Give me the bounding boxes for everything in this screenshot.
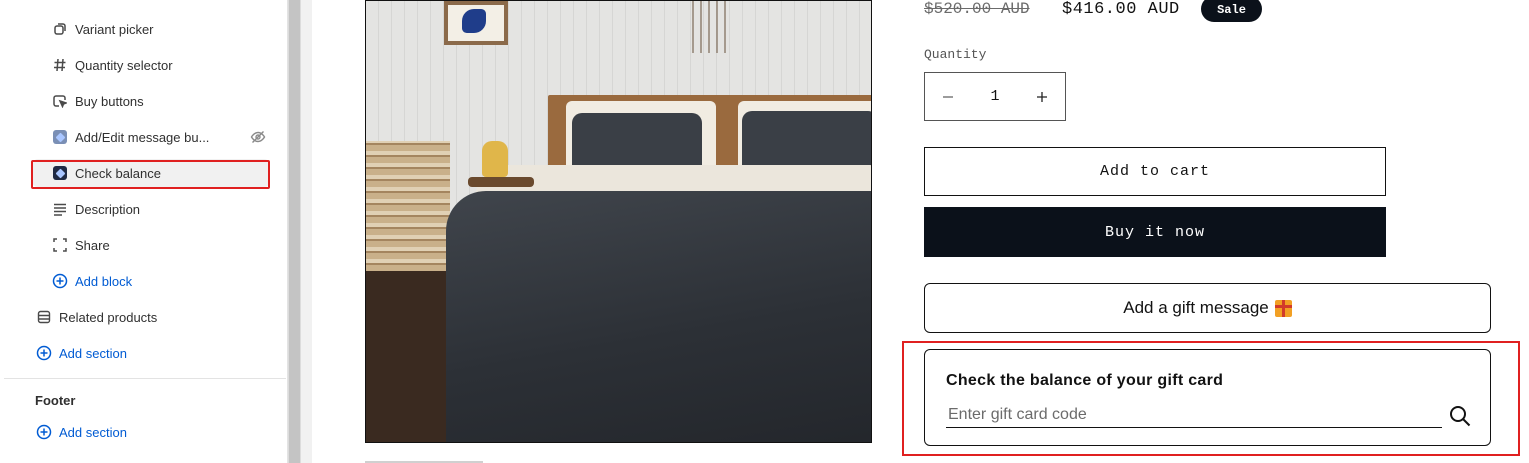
theme-editor-sidebar: Variant picker Quantity selector Buy but… (0, 0, 288, 463)
sidebar-section-label: Related products (59, 309, 158, 325)
sidebar-item-quantity-selector[interactable]: Quantity selector (32, 51, 270, 79)
sidebar-item-label: Quantity selector (75, 57, 173, 73)
add-section-button[interactable]: Add section (32, 339, 270, 367)
sale-price: $416.00 AUD (1062, 0, 1180, 19)
gift-icon (1274, 299, 1292, 317)
check-balance-search-button[interactable] (1446, 402, 1474, 430)
minus-icon (943, 95, 953, 98)
text-align-icon (52, 201, 68, 217)
sidebar-item-label: Check balance (75, 165, 161, 181)
hash-icon (52, 57, 68, 73)
add-to-cart-button[interactable]: Add to cart (924, 147, 1386, 196)
product-image[interactable] (365, 0, 872, 443)
share-frame-icon (52, 237, 68, 253)
app-block-icon (52, 165, 68, 181)
search-icon (1450, 406, 1471, 427)
plus-circle-icon (36, 424, 52, 440)
sidebar-section-related-products[interactable]: Related products (32, 303, 270, 331)
plus-circle-icon (52, 273, 68, 289)
sidebar-item-label: Description (75, 201, 141, 217)
gift-message-label: Add a gift message (1123, 298, 1269, 317)
sidebar-item-add-edit-message[interactable]: Add/Edit message bu... (32, 123, 270, 151)
sidebar-item-buy-buttons[interactable]: Buy buttons (32, 87, 270, 115)
buy-it-now-button[interactable]: Buy it now (924, 207, 1386, 257)
add-block-button[interactable]: Add block (32, 267, 270, 295)
add-section-label: Add section (59, 345, 127, 361)
plus-circle-icon (36, 345, 52, 361)
quantity-decrease-button[interactable] (925, 73, 971, 120)
section-layout-icon (36, 309, 52, 325)
cursor-click-icon (52, 93, 68, 109)
footer-add-section-button[interactable]: Add section (32, 418, 270, 446)
sidebar-scroll-thumb[interactable] (289, 0, 300, 463)
footer-add-section-label: Add section (59, 424, 127, 440)
footer-group-heading: Footer (35, 393, 76, 408)
sidebar-item-check-balance[interactable]: Check balance (32, 159, 270, 187)
sidebar-item-variant-picker[interactable]: Variant picker (32, 15, 270, 43)
add-gift-message-button[interactable]: Add a gift message (924, 283, 1491, 333)
quantity-stepper: 1 (924, 72, 1066, 121)
compare-at-price: $520.00 AUD (924, 0, 1030, 18)
sidebar-divider (4, 378, 286, 379)
app-block-icon (52, 129, 68, 145)
quantity-input[interactable]: 1 (971, 88, 1019, 105)
eye-hidden-icon[interactable] (250, 129, 266, 145)
quantity-increase-button[interactable] (1019, 73, 1065, 120)
sidebar-item-share[interactable]: Share (32, 231, 270, 259)
add-block-label: Add block (75, 273, 133, 289)
variant-picker-icon (52, 21, 68, 37)
sidebar-item-label: Share (75, 237, 110, 253)
sidebar-item-label: Add/Edit message bu... (75, 129, 210, 145)
plus-icon (1037, 91, 1047, 102)
sale-badge: Sale (1201, 0, 1262, 22)
sidebar-item-description[interactable]: Description (32, 195, 270, 223)
gift-card-code-input[interactable] (946, 402, 1442, 428)
quantity-label: Quantity (924, 47, 987, 62)
sidebar-item-label: Variant picker (75, 21, 154, 37)
gift-card-balance-block: Check the balance of your gift card (924, 349, 1491, 446)
sidebar-item-label: Buy buttons (75, 93, 144, 109)
gift-card-balance-title: Check the balance of your gift card (946, 372, 1224, 389)
